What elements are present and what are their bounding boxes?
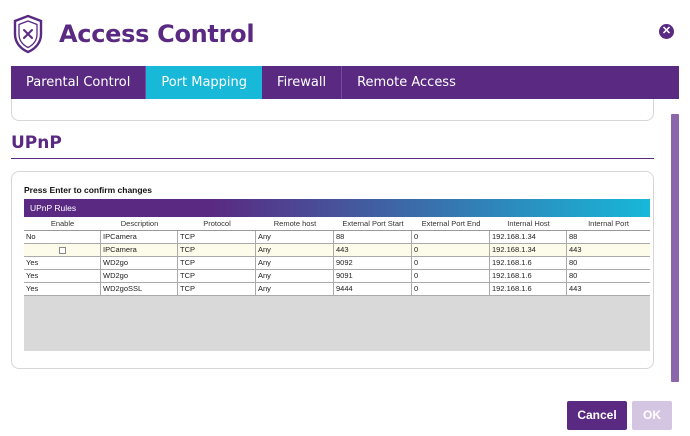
tab-firewall[interactable]: Firewall [262, 66, 343, 99]
cell-external-port-start[interactable]: 443 [334, 244, 412, 256]
cancel-button[interactable]: Cancel [567, 401, 627, 430]
cell-description[interactable]: IPCamera [101, 231, 178, 243]
cell-external-port-end[interactable]: 0 [412, 244, 490, 256]
upnp-panel: Press Enter to confirm changes UPnP Rule… [11, 171, 654, 369]
cell-external-port-start[interactable]: 9444 [334, 283, 412, 295]
cell-internal-port[interactable]: 443 [567, 244, 650, 256]
cell-internal-port[interactable]: 80 [567, 270, 650, 282]
content-scroll-area: UPnP Press Enter to confirm changes UPnP… [11, 99, 679, 383]
cell-external-port-start[interactable]: 9092 [334, 257, 412, 269]
col-header-description[interactable]: Description [101, 217, 178, 230]
scrollbar-thumb[interactable] [671, 114, 679, 382]
grid-header: Enable Description Protocol Remote host … [24, 217, 650, 231]
table-row[interactable]: IPCamera TCP Any 443 0 192.168.1.34 443 [24, 244, 650, 257]
cell-internal-host[interactable]: 192.168.1.34 [490, 244, 567, 256]
previous-panel [11, 99, 654, 121]
col-header-external-port-start[interactable]: External Port Start [334, 217, 412, 230]
cell-external-port-end[interactable]: 0 [412, 257, 490, 269]
col-header-remote-host[interactable]: Remote host [256, 217, 334, 230]
dialog-title: Access Control [59, 20, 255, 48]
cell-external-port-start[interactable]: 9091 [334, 270, 412, 282]
grid-caption: UPnP Rules [24, 199, 650, 217]
cell-internal-port[interactable]: 443 [567, 283, 650, 295]
cell-external-port-end[interactable]: 0 [412, 270, 490, 282]
tab-bar: Parental Control Port Mapping Firewall R… [11, 66, 679, 107]
tab-port-mapping[interactable]: Port Mapping [146, 66, 263, 107]
enable-checkbox[interactable] [59, 246, 66, 254]
dialog-header: Access Control ✕ [0, 0, 690, 68]
cell-description[interactable]: WD2go [101, 270, 178, 282]
col-header-internal-port[interactable]: Internal Port [567, 217, 650, 230]
vertical-scrollbar[interactable] [671, 114, 679, 382]
upnp-rules-grid: UPnP Rules Enable Description Protocol R… [24, 199, 650, 351]
cell-internal-host[interactable]: 192.168.1.6 [490, 257, 567, 269]
cell-description[interactable]: WD2goSSL [101, 283, 178, 295]
hint-text: Press Enter to confirm changes [24, 185, 153, 195]
col-header-external-port-end[interactable]: External Port End [412, 217, 490, 230]
tab-remote-access[interactable]: Remote Access [342, 66, 471, 99]
ok-button[interactable]: OK [632, 401, 672, 430]
col-header-protocol[interactable]: Protocol [178, 217, 256, 230]
cell-enable[interactable]: Yes [24, 283, 101, 295]
cell-remote-host[interactable]: Any [256, 270, 334, 282]
cell-external-port-start[interactable]: 88 [334, 231, 412, 243]
cell-external-port-end[interactable]: 0 [412, 231, 490, 243]
table-row[interactable]: Yes WD2go TCP Any 9092 0 192.168.1.6 80 [24, 257, 650, 270]
cell-protocol[interactable]: TCP [178, 244, 256, 256]
section-divider [11, 158, 654, 159]
col-header-enable[interactable]: Enable [24, 217, 101, 230]
cell-description[interactable]: WD2go [101, 257, 178, 269]
cell-enable[interactable]: Yes [24, 270, 101, 282]
table-row[interactable]: No IPCamera TCP Any 88 0 192.168.1.34 88 [24, 231, 650, 244]
cell-remote-host[interactable]: Any [256, 244, 334, 256]
cell-protocol[interactable]: TCP [178, 270, 256, 282]
cell-internal-port[interactable]: 88 [567, 231, 650, 243]
cell-enable[interactable]: No [24, 231, 101, 243]
cell-remote-host[interactable]: Any [256, 283, 334, 295]
cell-internal-host[interactable]: 192.168.1.6 [490, 283, 567, 295]
shield-icon [13, 14, 43, 54]
cell-protocol[interactable]: TCP [178, 257, 256, 269]
cell-description[interactable]: IPCamera [101, 244, 178, 256]
close-button[interactable]: ✕ [659, 24, 674, 39]
cell-external-port-end[interactable]: 0 [412, 283, 490, 295]
cell-internal-host[interactable]: 192.168.1.6 [490, 270, 567, 282]
cell-enable[interactable] [24, 244, 101, 256]
cell-internal-host[interactable]: 192.168.1.34 [490, 231, 567, 243]
cell-protocol[interactable]: TCP [178, 283, 256, 295]
table-row[interactable]: Yes WD2go TCP Any 9091 0 192.168.1.6 80 [24, 270, 650, 283]
section-title: UPnP [11, 133, 62, 153]
col-header-internal-host[interactable]: Internal Host [490, 217, 567, 230]
cell-protocol[interactable]: TCP [178, 231, 256, 243]
cell-remote-host[interactable]: Any [256, 231, 334, 243]
table-row[interactable]: Yes WD2goSSL TCP Any 9444 0 192.168.1.6 … [24, 283, 650, 296]
cell-remote-host[interactable]: Any [256, 257, 334, 269]
cell-enable[interactable]: Yes [24, 257, 101, 269]
tab-parental-control[interactable]: Parental Control [11, 66, 147, 99]
cell-internal-port[interactable]: 80 [567, 257, 650, 269]
